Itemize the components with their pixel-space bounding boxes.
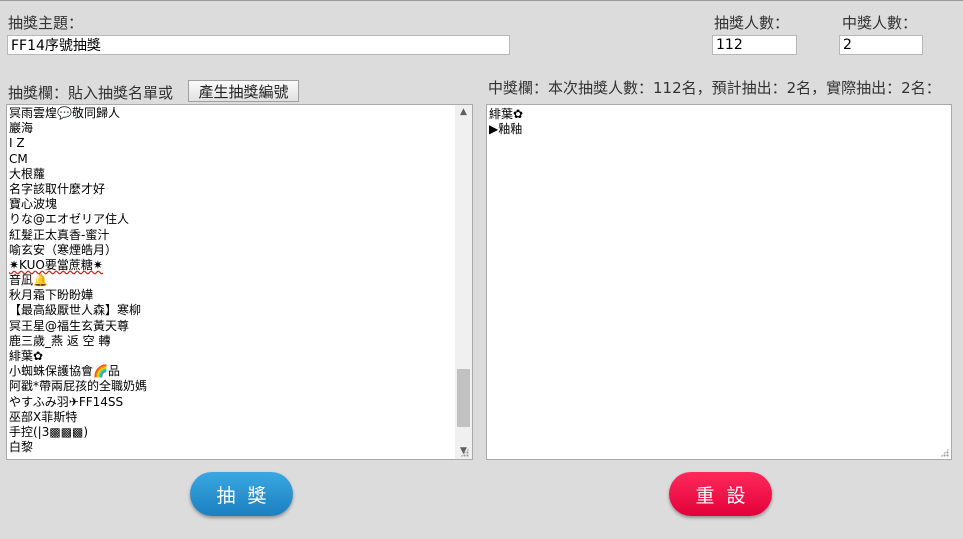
winner-list: 緋葉✿ ▶釉釉: [489, 107, 949, 137]
reset-button[interactable]: 重設: [669, 472, 772, 516]
list-item: りな@エオゼリア住人: [9, 212, 130, 227]
list-item: 紅髮正太真香-蜜汁: [9, 227, 110, 242]
draw-pool-scrollbar[interactable]: ▲ ▼: [455, 105, 472, 459]
topic-input[interactable]: [7, 35, 510, 55]
generate-numbers-button[interactable]: 產生抽獎編號: [188, 80, 299, 102]
list-item: I Z: [9, 136, 25, 151]
list-item: 【最高級厭世人森】寒柳: [9, 303, 142, 318]
list-item: 緋葉✿: [9, 349, 44, 363]
list-item: 手控(|3▩▩▩): [9, 424, 89, 439]
list-item: 巫部X菲斯特: [9, 409, 78, 424]
winner-item: 緋葉✿: [489, 107, 524, 121]
winner-pool-label: 中獎欄：本次抽獎人數：112名，預計抽出：2名，實際抽出：2名：: [488, 79, 941, 97]
list-item: ✷KUO要當蔗糖✷: [9, 257, 103, 272]
winner-item: ▶釉釉: [489, 122, 523, 136]
draw-button[interactable]: 抽獎: [190, 472, 293, 516]
list-item: 喻玄安（寒煙皓月）: [9, 242, 118, 257]
list-item: 名字該取什麼才好: [9, 181, 106, 196]
list-item: CM: [9, 151, 28, 166]
list-item: 音凪🔔: [9, 273, 48, 288]
list-item: 冥王星@福生玄黃天尊: [9, 318, 130, 333]
list-item: 小蜘蛛保護協會🌈品: [9, 364, 120, 379]
list-item: 大根蘿: [9, 166, 46, 181]
draw-pool-textarea[interactable]: 冥雨雲煌💬敬同歸人 巖海 I Z CM 大根蘿 名字該取什麼才好 寶心波塊 りな@エオゼリア住…: [6, 104, 473, 460]
participant-count-label: 抽獎人數：: [714, 14, 790, 32]
top-border: [0, 0, 963, 1]
winner-count-label: 中獎人數：: [842, 14, 918, 32]
list-item: 冥雨雲煌💬敬同歸人: [9, 106, 120, 120]
topic-label: 抽獎主題：: [8, 14, 84, 32]
winner-count-input[interactable]: [839, 35, 923, 55]
list-item: 寶心波塊: [9, 197, 58, 212]
resize-grip-icon[interactable]: [940, 448, 949, 457]
scroll-up-icon[interactable]: ▲: [455, 105, 472, 120]
list-item: 秋月霜下盼盼嬅: [9, 288, 94, 303]
list-item: 白黎: [9, 440, 34, 455]
list-item: 阿戳*帶兩屁孩的全職奶媽: [9, 379, 148, 394]
list-item: 巖海: [9, 121, 34, 136]
participant-count-input[interactable]: [712, 35, 797, 55]
scrollbar-thumb[interactable]: [457, 369, 470, 427]
list-item: やすふみ羽✈FF14SS: [9, 394, 124, 409]
winner-pool-textarea[interactable]: 緋葉✿ ▶釉釉: [486, 104, 952, 460]
draw-pool-label: 抽獎欄：貼入抽獎名單或: [8, 84, 174, 102]
draw-pool-list: 冥雨雲煌💬敬同歸人 巖海 I Z CM 大根蘿 名字該取什麼才好 寶心波塊 りな@エオゼリア住…: [9, 106, 455, 459]
list-item: 鹿三歲_燕 返 空 轉: [9, 333, 111, 348]
